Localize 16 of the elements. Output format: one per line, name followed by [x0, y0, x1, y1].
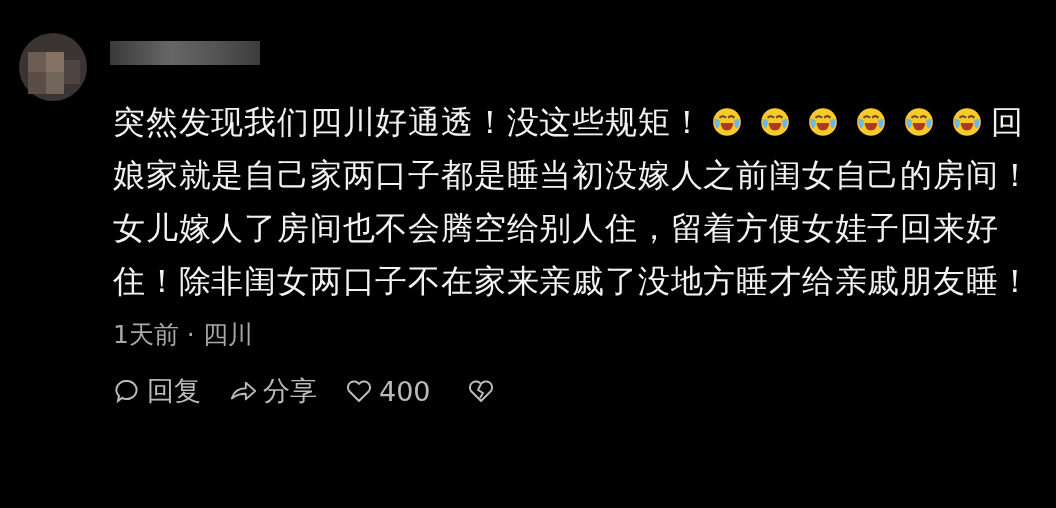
avatar[interactable]: [18, 32, 88, 102]
like-button[interactable]: 400: [345, 375, 431, 407]
speech-bubble-icon: [113, 378, 141, 404]
share-button[interactable]: 分享: [229, 373, 317, 409]
laughing-tears-emoji-icon: [759, 106, 792, 138]
laughing-tears-emoji-icon: [855, 106, 888, 138]
heart-icon: [345, 378, 373, 404]
laughing-tears-emoji-icon: [903, 106, 936, 138]
laughing-tears-emoji-icon: [807, 106, 840, 138]
broken-heart-icon: [466, 378, 495, 404]
dislike-button[interactable]: [466, 378, 495, 404]
comment-text: 突然发现我们四川好通透！没这些规矩！ 回娘家就是自己家两口子都是睡当初没嫁人之前闺女自己的房间！女儿嫁人了房间也不会腾空给别人住，留着方便女娃子回来好住！除非闺女两口子不在家来亲戚了没地方睡才给亲戚朋友睡！: [113, 102, 1033, 302]
reply-button[interactable]: 回复: [113, 373, 201, 409]
laughing-tears-emoji-icon: [711, 106, 744, 138]
time-location: 1天前 · 四川: [113, 319, 254, 351]
laughing-tears-emoji-icon: [951, 106, 984, 138]
